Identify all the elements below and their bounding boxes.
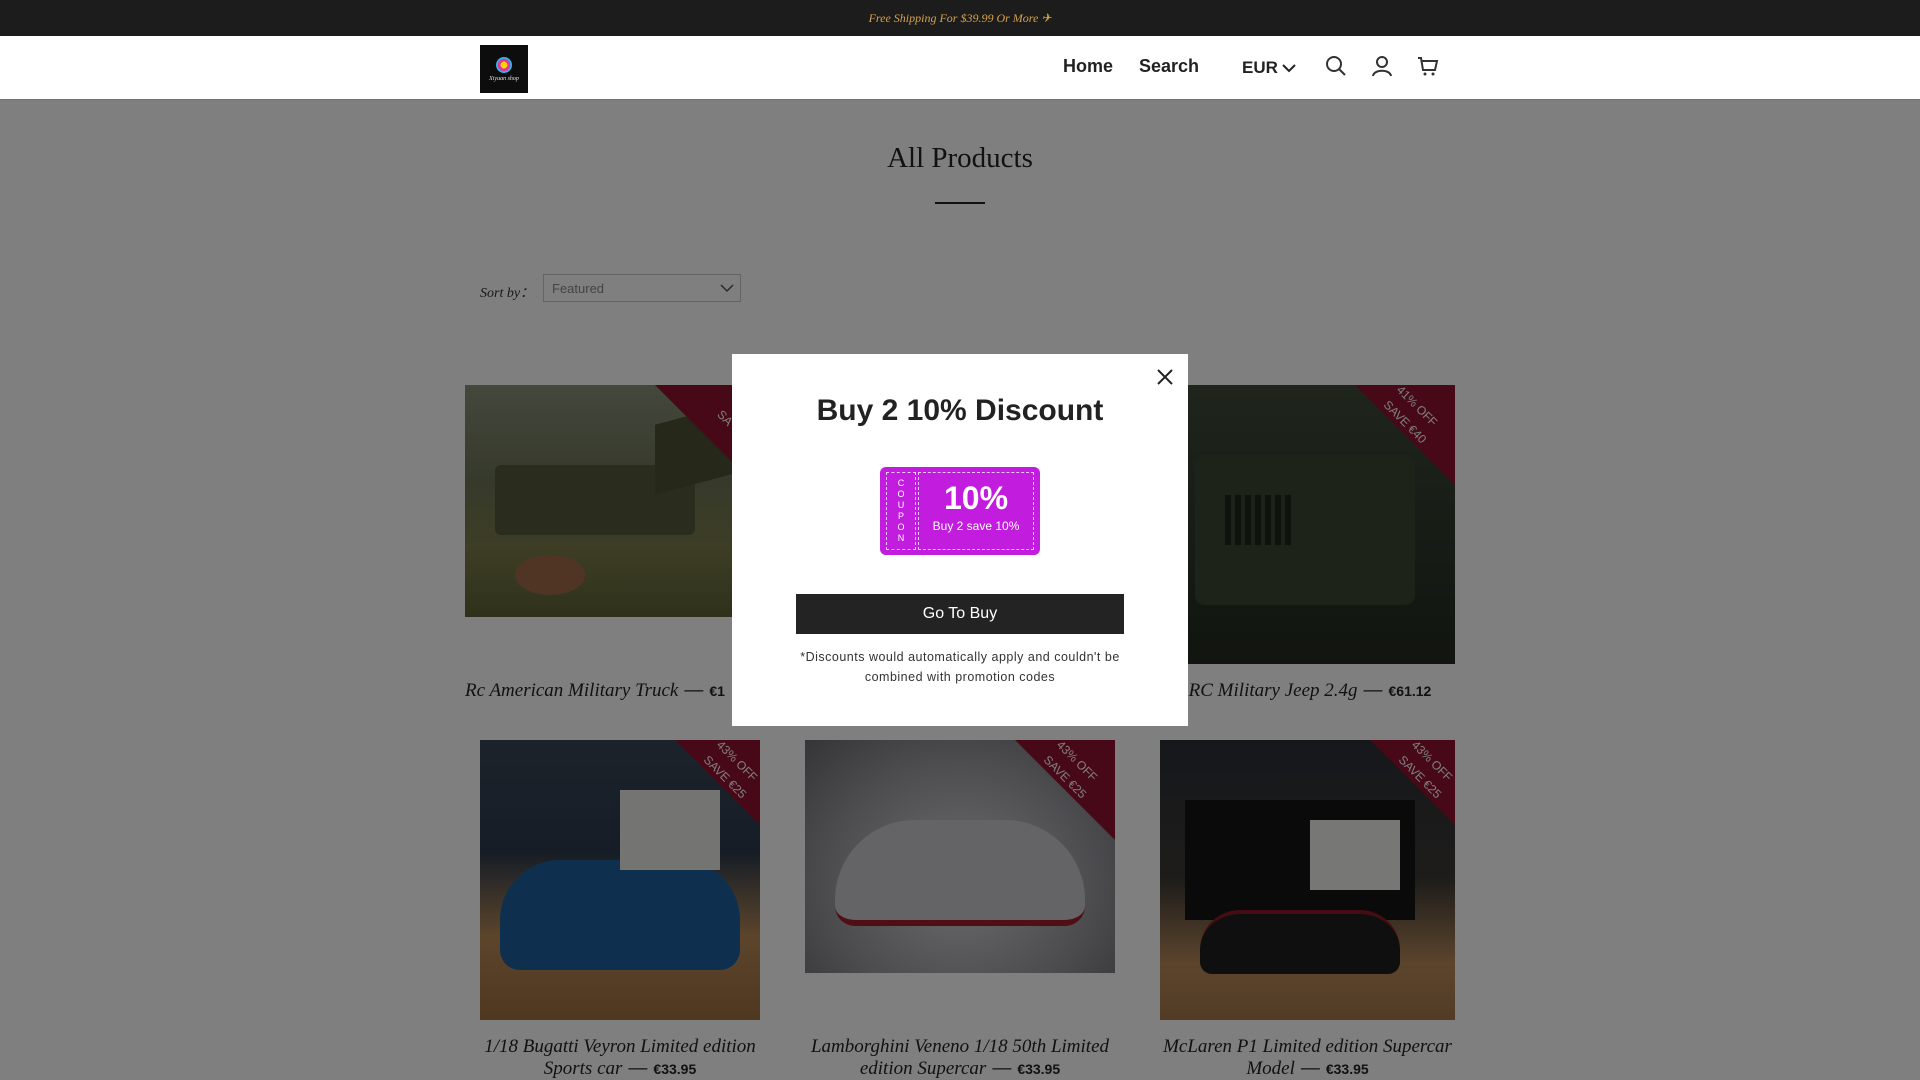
announcement-text: Free Shipping For $39.99 Or More ✈ xyxy=(868,10,1052,25)
go-to-buy-button[interactable]: Go To Buy xyxy=(796,594,1124,634)
announcement-bar: Free Shipping For $39.99 Or More ✈ xyxy=(0,0,1920,36)
account-icon[interactable] xyxy=(1370,54,1394,78)
chevron-down-icon xyxy=(1282,64,1296,73)
store-logo[interactable]: Xiyuan shop xyxy=(480,45,528,93)
coupon-card: COUPON 10% Buy 2 save 10% xyxy=(880,467,1040,555)
search-icon[interactable] xyxy=(1324,54,1348,78)
logo-flower-icon xyxy=(496,56,512,73)
currency-value: EUR xyxy=(1242,58,1278,77)
cart-icon[interactable] xyxy=(1416,54,1440,78)
currency-selector[interactable]: EUR xyxy=(1242,58,1296,78)
close-icon[interactable] xyxy=(1152,364,1178,390)
logo-text: Xiyuan shop xyxy=(489,75,519,82)
discount-note: *Discounts would automatically apply and… xyxy=(800,650,1120,684)
coupon-value: 10% xyxy=(943,480,1009,516)
discount-modal: Buy 2 10% Discount COUPON 10% Buy 2 save… xyxy=(732,354,1188,726)
coupon-stub: COUPON xyxy=(886,472,916,550)
coupon-body: 10% Buy 2 save 10% xyxy=(918,472,1034,550)
coupon-description: Buy 2 save 10% xyxy=(932,519,1020,533)
site-header: Xiyuan shop Home Search EUR xyxy=(0,36,1920,100)
modal-title: Buy 2 10% Discount xyxy=(816,394,1104,427)
nav-search[interactable]: Search xyxy=(1139,56,1199,77)
coupon-stub-text: COUPON xyxy=(896,478,906,544)
nav-home[interactable]: Home xyxy=(1063,56,1113,77)
